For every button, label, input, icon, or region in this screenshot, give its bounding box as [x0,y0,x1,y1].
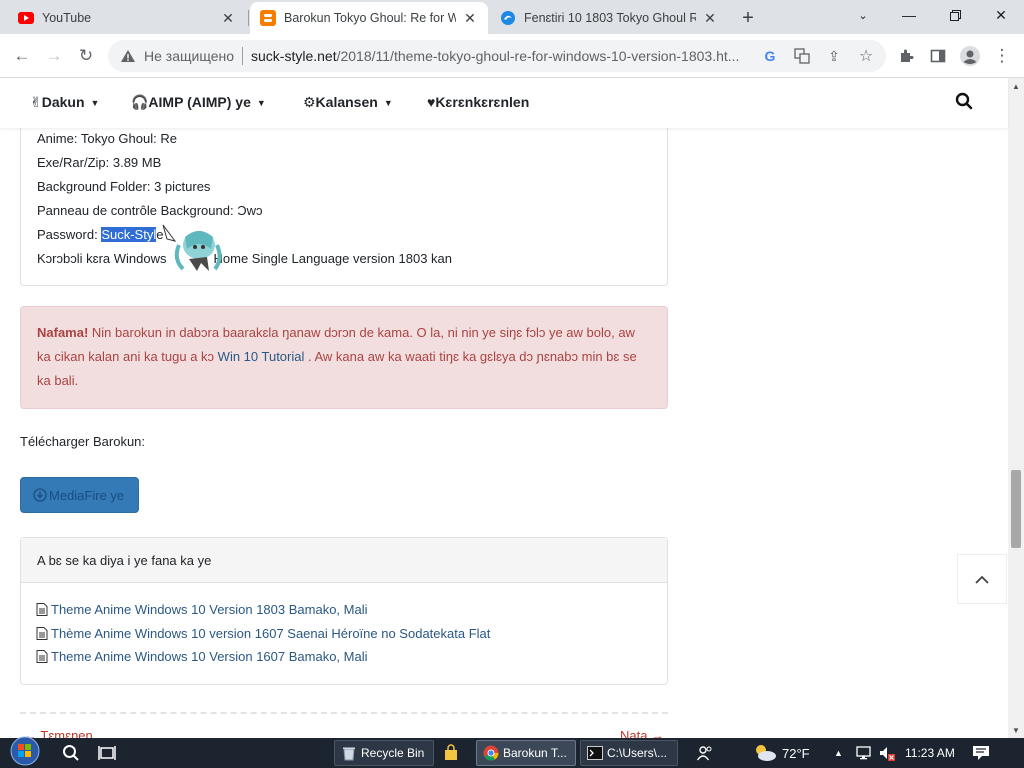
security-label[interactable]: Не защищено [144,48,234,64]
page-scrollbar[interactable]: ▲ ▼ [1008,78,1024,738]
maximize-icon[interactable] [932,0,978,30]
notifications-icon[interactable] [972,740,990,766]
taskbar-search-icon[interactable] [62,740,80,766]
nav-item-kalansen[interactable]: ⚙Kalansen ▼ [303,94,393,111]
download-circle-icon [33,488,47,502]
minimize-icon[interactable]: — [886,0,932,30]
address-bar[interactable]: Не защищено suck-style.net/2018/11/theme… [108,40,886,72]
chrome-menu-icon[interactable]: ⋮ [988,42,1016,70]
nav-item-aimp[interactable]: 🎧AIMP (AIMP) ye ▼ [131,94,266,111]
theme-info-card: Anime: Tokyo Ghoul: Re Exe/Rar/Zip: 3.89… [20,128,668,286]
divider [242,47,243,65]
site-navbar: ✌Dakun ▼ 🎧AIMP (AIMP) ye ▼ ⚙Kalansen ▼ ♥Kɛr… [0,78,1008,128]
nav-item-dakun[interactable]: ✌Dakun ▼ [30,94,99,111]
scroll-down-arrow-icon[interactable]: ▼ [1008,722,1024,738]
bookmark-star-icon[interactable]: ☆ [856,46,876,66]
tab-title: Fenɛtiri 10 1803 Tokyo Ghoul Re [524,11,696,25]
tab-search-icon[interactable]: ⌄ [840,0,886,30]
post-divider [20,712,668,714]
tab-youtube[interactable]: YouTube ✕ [8,2,246,34]
close-window-icon[interactable]: ✕ [978,0,1024,30]
taskbar-recycle-bin[interactable]: Recycle Bin [334,740,434,766]
profile-avatar-icon[interactable] [956,42,984,70]
youtube-icon [18,10,34,26]
blogger-icon [260,10,276,26]
tab-strip: YouTube ✕ Barokun Tokyo Ghoul: Re for Wi… [0,0,1024,34]
nav-item-favorites[interactable]: ♥Kɛrɛnkɛrɛnlen [427,94,529,110]
download-label: Télécharger Barokun: [20,434,146,449]
browser-toolbar: ← → ↻ Не защищено suck-style.net/2018/11… [0,34,1024,78]
mediafire-download-button[interactable]: MediaFire ye [20,477,139,513]
related-posts-card: A bɛ se ka diya i ye fana ka ye Theme An… [20,537,668,685]
volume-muted-icon[interactable] [878,740,896,766]
info-control-panel: Panneau de contrôle Background: Ɔwɔ [37,203,263,218]
new-tab-button[interactable]: + [736,6,760,30]
tab-divider [248,10,249,26]
side-panel-icon[interactable] [924,42,952,70]
windows-taskbar: Recycle Bin Barokun T... C:\Users\... 72… [0,736,1024,768]
weather-cloud-sun-icon [756,745,776,761]
tab-barokun[interactable]: Barokun Tokyo Ghoul: Re for Windows 10 1… [250,2,488,34]
tab-title: YouTube [42,11,92,25]
reload-icon[interactable]: ↻ [72,42,100,70]
related-link[interactable]: Thème Anime Windows 10 version 1607 Saen… [36,626,490,641]
translate-icon[interactable] [792,46,812,66]
important-alert: Nafama! Nin barokun in dabɔra baarakɛla … [20,306,668,409]
taskbar-store-icon[interactable] [442,740,460,766]
warning-icon[interactable] [118,46,138,66]
scroll-up-arrow-icon[interactable]: ▲ [1008,78,1024,94]
related-link[interactable]: Theme Anime Windows 10 Version 1803 Bama… [36,602,368,617]
tray-overflow-icon[interactable]: ▲ [834,740,843,766]
tab-title: Barokun Tokyo Ghoul: Re for Windows 10 1… [284,11,456,25]
weather-widget[interactable]: 72°F [752,740,810,766]
close-tab-icon[interactable]: ✕ [220,10,236,26]
edge-icon [500,10,516,26]
document-icon [36,627,48,640]
alert-strong: Nafama! [37,325,89,340]
related-link[interactable]: Theme Anime Windows 10 Version 1607 Bama… [36,649,368,664]
task-view-icon[interactable] [98,740,116,766]
anime-mascot-cursor-icon [162,224,222,271]
google-lens-icon[interactable]: G [760,46,780,66]
close-tab-icon[interactable]: ✕ [702,10,718,26]
info-size: Exe/Rar/Zip: 3.89 MB [37,155,162,170]
scroll-thumb[interactable] [1011,470,1021,548]
back-to-top-button[interactable] [957,554,1007,604]
network-icon[interactable] [856,740,874,766]
back-icon[interactable]: ← [8,42,36,70]
search-icon[interactable] [955,92,975,112]
caret-down-icon: ▼ [383,98,393,109]
win10-tutorial-link[interactable]: Win 10 Tutorial [218,349,305,364]
start-button[interactable] [8,736,42,766]
chevron-up-icon [975,575,989,584]
windows-orb-icon [10,736,40,766]
chrome-icon [483,745,499,761]
close-tab-icon[interactable]: ✕ [462,10,478,26]
info-password: Password: Suck-Style [37,227,164,242]
taskbar-chrome[interactable]: Barokun T... [476,740,576,766]
share-icon[interactable]: ⇪ [824,46,844,66]
document-icon [36,603,48,616]
document-icon [36,650,48,663]
recycle-bin-icon [343,747,355,761]
people-icon[interactable] [696,740,714,766]
command-prompt-icon [587,746,603,760]
caret-down-icon: ▼ [90,98,100,109]
password-selection[interactable]: Suck-Styl [101,227,157,242]
caret-down-icon: ▼ [256,98,266,109]
tab-fenetiri[interactable]: Fenɛtiri 10 1803 Tokyo Ghoul Re ✕ [490,2,728,34]
next-post-link[interactable]: Nata → [620,728,664,738]
info-compatibility: Kɔrɔbɔli kɛra Windows Home Single Languag… [37,251,453,266]
taskbar-cmd[interactable]: C:\Users\... [580,740,678,766]
forward-icon[interactable]: → [40,42,68,70]
url-text[interactable]: suck-style.net/2018/11/theme-tokyo-ghoul… [251,48,751,64]
page-content: Anime: Tokyo Ghoul: Re Exe/Rar/Zip: 3.89… [0,128,1008,738]
clock-time[interactable]: 11:23 AM [905,740,955,766]
info-anime: Anime: Tokyo Ghoul: Re [37,131,177,146]
info-background-folder: Background Folder: 3 pictures [37,179,211,194]
extensions-icon[interactable] [892,42,920,70]
related-heading: A bɛ se ka diya i ye fana ka ye [21,538,667,583]
